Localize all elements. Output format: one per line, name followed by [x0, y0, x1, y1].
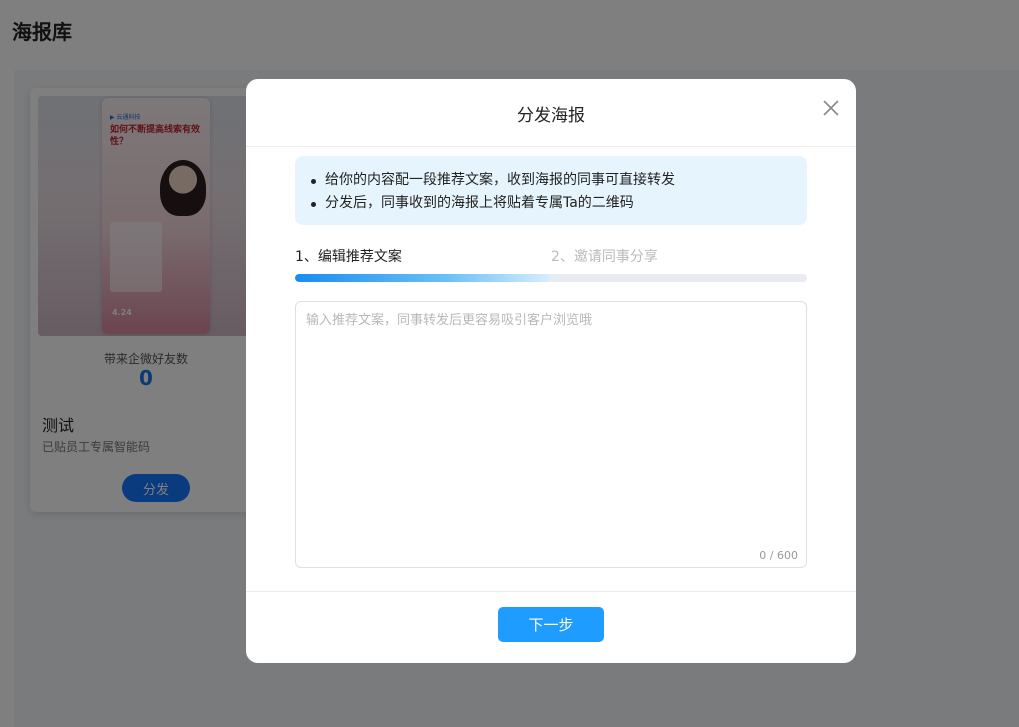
distribute-poster-modal: 分发海报 给你的内容配一段推荐文案，收到海报的同事可直接转发 分发后，同事收到的…	[246, 79, 856, 663]
copy-textarea-wrapper: 0 / 600	[295, 301, 807, 568]
step-edit-copy: 1、编辑推荐文案	[295, 249, 402, 265]
tips-box: 给你的内容配一段推荐文案，收到海报的同事可直接转发 分发后，同事收到的海报上将贴…	[295, 156, 807, 225]
next-step-button[interactable]: 下一步	[498, 607, 604, 642]
footer-divider	[246, 591, 856, 592]
tip-item: 分发后，同事收到的海报上将贴着专属Ta的二维码	[311, 192, 807, 215]
step-progress-bar	[295, 274, 807, 282]
close-icon[interactable]	[820, 97, 842, 119]
char-counter: 0 / 600	[759, 549, 798, 562]
modal-title: 分发海报	[517, 106, 585, 126]
step-progress-fill	[295, 274, 551, 282]
tip-item: 给你的内容配一段推荐文案，收到海报的同事可直接转发	[311, 169, 807, 192]
header-divider	[246, 146, 856, 147]
step-invite-colleagues: 2、邀请同事分享	[551, 249, 658, 265]
recommend-copy-textarea[interactable]	[296, 302, 806, 567]
